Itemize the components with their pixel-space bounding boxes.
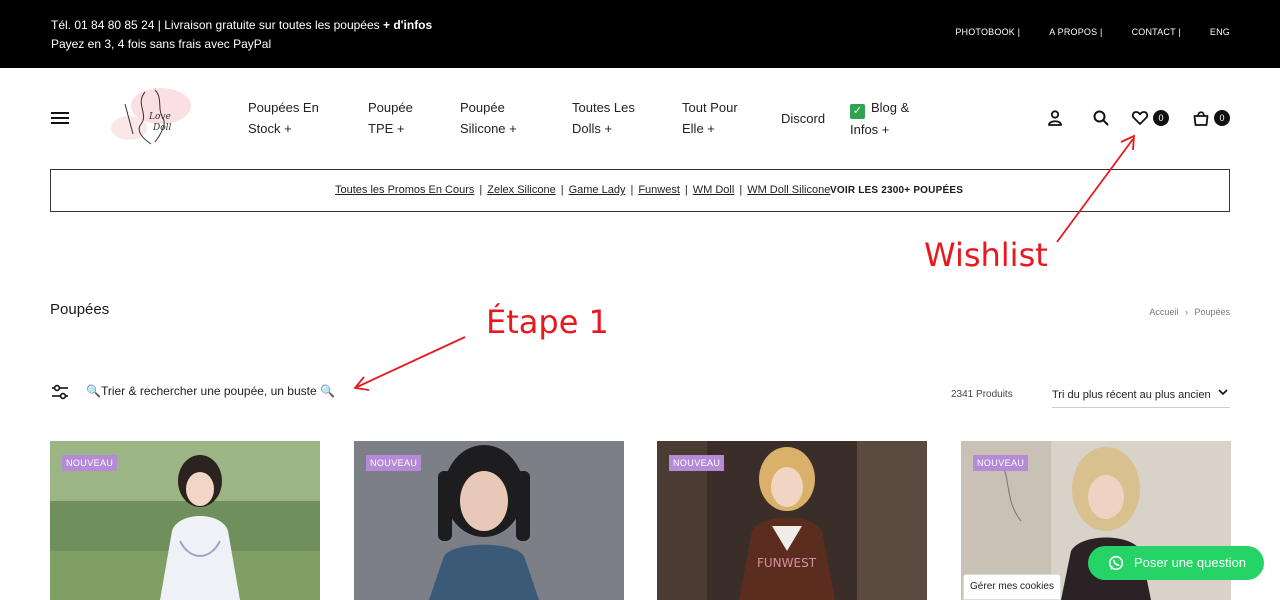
sort-select[interactable]: Tri du plus récent au plus ancien [1052, 384, 1230, 408]
photobook-link[interactable]: PHOTOBOOK | [955, 27, 1020, 37]
nav-all-dolls[interactable]: Toutes Les Dolls + [572, 97, 635, 139]
manage-cookies-button[interactable]: Gérer mes cookies [963, 574, 1061, 600]
ask-question-label: Poser une question [1134, 555, 1247, 570]
nav-discord[interactable]: Discord [781, 108, 825, 129]
language-link[interactable]: ENG [1210, 27, 1230, 37]
top-bar: Tél. 01 84 80 85 24 | Livraison gratuite… [0, 0, 1280, 68]
ask-question-button[interactable]: Poser une question [1088, 546, 1264, 580]
topbar-links: PHOTOBOOK | A PROPOS | CONTACT | ENG [926, 27, 1230, 37]
product-card[interactable]: NOUVEAU [354, 441, 624, 600]
promo-link-wm-silicone[interactable]: WM Doll Silicone [747, 184, 830, 196]
new-badge: NOUVEAU [62, 455, 118, 471]
nav-for-her[interactable]: Tout Pour Elle + [682, 97, 738, 139]
promo-link-funwest[interactable]: Funwest [638, 184, 680, 196]
search-icon[interactable] [1091, 108, 1111, 128]
promo-link-zelex[interactable]: Zelex Silicone [487, 184, 555, 196]
product-count: 2341 Produits [951, 389, 1013, 400]
heart-icon[interactable] [1130, 108, 1150, 128]
new-badge: NOUVEAU [366, 455, 422, 471]
breadcrumb-current: Poupées [1194, 307, 1230, 317]
about-link[interactable]: A PROPOS | [1049, 27, 1102, 37]
promo-link-all-promos[interactable]: Toutes les Promos En Cours [335, 184, 474, 196]
product-card[interactable]: FUNWEST NOUVEAU [657, 441, 927, 600]
nav-silicone[interactable]: Poupée Silicone + [460, 97, 517, 139]
more-info-link[interactable]: + d'infos [383, 18, 432, 32]
product-card[interactable]: NOUVEAU [50, 441, 320, 600]
topbar-line1: Tél. 01 84 80 85 24 | Livraison gratuite… [51, 16, 432, 35]
breadcrumb-home[interactable]: Accueil [1149, 307, 1178, 317]
menu-icon[interactable] [51, 112, 69, 124]
topbar-paypal: Payez en 3, 4 fois sans frais avec PayPa… [51, 37, 272, 51]
wishlist-count-badge: 0 [1153, 110, 1169, 126]
filter-icon[interactable] [51, 384, 69, 400]
see-all-dolls-link[interactable]: VOIR LES 2300+ POUPÉES [830, 185, 963, 196]
breadcrumb: Accueil › Poupées [1149, 307, 1230, 317]
annotation-step1: Étape 1 [486, 303, 609, 341]
new-badge: NOUVEAU [973, 455, 1029, 471]
whatsapp-icon [1108, 555, 1124, 571]
promo-links: Toutes les Promos En Cours | Zelex Silicon… [335, 184, 831, 196]
check-icon: ✓ [850, 104, 865, 119]
nav-tpe[interactable]: Poupée TPE + [368, 97, 413, 139]
nav-blog[interactable]: ✓ Blog & Infos + [850, 97, 909, 140]
user-icon[interactable] [1045, 108, 1065, 128]
topbar-phone-shipping: Tél. 01 84 80 85 24 | Livraison gratuite… [51, 18, 383, 32]
bag-icon[interactable] [1191, 108, 1211, 128]
promo-link-game-lady[interactable]: Game Lady [569, 184, 626, 196]
chevron-down-icon [1218, 389, 1228, 396]
svg-text:FUNWEST: FUNWEST [757, 556, 817, 570]
cart-count-badge: 0 [1214, 110, 1230, 126]
annotation-wishlist: Wishlist [924, 236, 1048, 274]
promo-strip: Toutes les Promos En Cours | Zelex Silicon… [50, 169, 1230, 212]
site-logo[interactable]: Love Doll [105, 84, 197, 150]
page-title: Poupées [50, 301, 110, 318]
promo-link-wm-doll[interactable]: WM Doll [693, 184, 735, 196]
sort-selected-value: Tri du plus récent au plus ancien [1052, 389, 1211, 401]
logo-text-love: Love [148, 112, 171, 122]
topbar-info: Tél. 01 84 80 85 24 | Livraison gratuite… [51, 16, 432, 54]
contact-link[interactable]: CONTACT | [1132, 27, 1181, 37]
nav-stock[interactable]: Poupées En Stock + [248, 97, 319, 139]
breadcrumb-separator: › [1184, 307, 1188, 317]
logo-text-doll: Doll [152, 123, 172, 133]
filter-search-toggle[interactable]: 🔍Trier & rechercher une poupée, un buste… [86, 384, 335, 398]
new-badge: NOUVEAU [669, 455, 725, 471]
